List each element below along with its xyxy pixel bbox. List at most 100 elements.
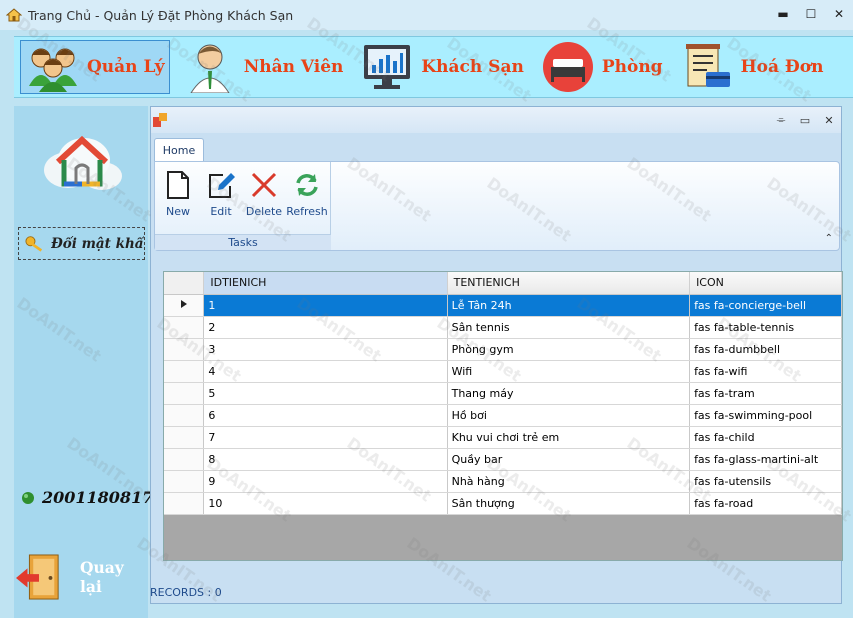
column-header-icon[interactable]: ICON [689, 272, 842, 295]
table-row[interactable]: 9 Nhà hàng fas fa-utensils [164, 470, 842, 493]
table-row[interactable]: 2 Sân tennis fas fa-table-tennis [164, 316, 842, 339]
nav-label: Phòng [601, 57, 663, 77]
table-cell[interactable]: 7 [203, 426, 448, 449]
records-status: RECORDS : 0 [150, 586, 222, 599]
new-file-icon [163, 170, 193, 200]
child-restore-button[interactable]: ▭ [793, 109, 817, 131]
bed-icon [540, 41, 596, 93]
close-button[interactable]: ✕ [825, 0, 853, 28]
minimize-button[interactable]: ▬ [769, 0, 797, 28]
table-cell[interactable]: fas fa-road [689, 492, 842, 515]
new-label: New [166, 205, 190, 218]
table-cell[interactable]: 5 [203, 382, 448, 405]
refresh-icon [292, 170, 322, 200]
table-cell[interactable]: Sân thượng [447, 492, 691, 515]
nav-label: Quản Lý [87, 57, 165, 77]
table-cell[interactable]: fas fa-swimming-pool [689, 404, 842, 427]
table-row[interactable]: 5 Thang máy fas fa-tram [164, 382, 842, 405]
delete-label: Delete [245, 205, 283, 218]
row-header[interactable] [164, 382, 205, 405]
row-header[interactable] [164, 294, 205, 317]
table-cell[interactable]: Wifi [447, 360, 691, 383]
maximize-button[interactable]: ☐ [797, 0, 825, 28]
table-cell[interactable]: fas fa-tram [689, 382, 842, 405]
home-icon [6, 8, 22, 22]
row-header[interactable] [164, 338, 205, 361]
nav-nhan-vien[interactable]: Nhân Viên [178, 40, 348, 94]
table-cell[interactable]: fas fa-concierge-bell [689, 294, 842, 317]
table-row[interactable]: 6 Hồ bơi fas fa-swimming-pool [164, 404, 842, 427]
user-code: 2001180817 [42, 488, 154, 507]
invoice-icon [679, 41, 735, 93]
table-cell[interactable]: 10 [203, 492, 448, 515]
table-cell[interactable]: Hồ bơi [447, 404, 691, 427]
table-row[interactable]: 10 Sân thượng fas fa-road [164, 492, 842, 515]
table-row[interactable]: 1 Lễ Tân 24h fas fa-concierge-bell [164, 294, 842, 317]
row-header[interactable] [164, 316, 205, 339]
row-header[interactable] [164, 360, 205, 383]
key-icon [25, 235, 43, 252]
table-cell[interactable]: Sân tennis [447, 316, 691, 339]
child-pin-button[interactable]: ⌯ [769, 109, 793, 131]
column-header-tentienich[interactable]: TENTIENICH [447, 272, 691, 295]
refresh-button[interactable]: Refresh [286, 170, 328, 224]
exit-door-icon [16, 554, 59, 600]
table-cell[interactable]: Phòng gym [447, 338, 691, 361]
ribbon-collapse-button[interactable]: ⌃ [825, 233, 833, 244]
table-cell[interactable]: fas fa-wifi [689, 360, 842, 383]
table-cell[interactable]: Quầy bar [447, 448, 691, 471]
row-header[interactable] [164, 448, 205, 471]
table-row[interactable]: 3 Phòng gym fas fa-dumbbell [164, 338, 842, 361]
table-cell[interactable]: fas fa-glass-martini-alt [689, 448, 842, 471]
delete-x-icon [249, 170, 279, 200]
change-password-button[interactable]: Đổi mật khẩu [18, 227, 145, 260]
new-button[interactable]: New [157, 170, 199, 224]
user-info: 2001180817 [20, 488, 153, 507]
table-cell[interactable]: Nhà hàng [447, 470, 691, 493]
child-close-button[interactable]: ✕ [817, 109, 841, 131]
child-form: ⌯ ▭ ✕ Home New Edit Delete Refresh Tasks… [150, 106, 843, 604]
row-header[interactable] [164, 426, 205, 449]
table-cell[interactable]: Khu vui chơi trẻ em [447, 426, 691, 449]
table-row[interactable]: 4 Wifi fas fa-wifi [164, 360, 842, 383]
status-leaf-icon [22, 491, 34, 504]
row-header[interactable] [164, 404, 205, 427]
table-cell[interactable]: fas fa-child [689, 426, 842, 449]
ribbon-group-tasks: New Edit Delete Refresh Tasks [155, 162, 331, 250]
nav-label: Khách Sạn [421, 57, 524, 77]
edit-label: Edit [210, 205, 232, 218]
form-icon [153, 113, 167, 127]
window-titlebar: Trang Chủ - Quản Lý Đặt Phòng Khách Sạn … [0, 0, 853, 30]
table-cell[interactable]: Thang máy [447, 382, 691, 405]
nav-phong[interactable]: Phòng [536, 40, 667, 94]
table-cell[interactable]: 3 [203, 338, 448, 361]
table-cell[interactable]: 4 [203, 360, 448, 383]
back-button[interactable]: Quay lại [16, 552, 148, 602]
table-cell[interactable]: fas fa-dumbbell [689, 338, 842, 361]
row-header[interactable] [164, 492, 205, 515]
column-header-idtienich[interactable]: IDTIENICH [203, 272, 448, 295]
window-title: Trang Chủ - Quản Lý Đặt Phòng Khách Sạn [28, 7, 294, 23]
refresh-label: Refresh [286, 205, 328, 218]
house-logo-icon [40, 126, 128, 198]
nav-label: Hoá Đơn [740, 57, 824, 77]
nav-quan-ly[interactable]: Quản Lý [20, 40, 170, 94]
child-titlebar: ⌯ ▭ ✕ [151, 107, 841, 133]
table-cell[interactable]: 6 [203, 404, 448, 427]
data-grid[interactable]: IDTIENICH TENTIENICH ICON 1 Lễ Tân 24h fas… [163, 271, 843, 561]
edit-button[interactable]: Edit [200, 170, 242, 224]
table-cell[interactable]: Lễ Tân 24h [447, 294, 691, 317]
table-row[interactable]: 8 Quầy bar fas fa-glass-martini-alt [164, 448, 842, 471]
row-header[interactable] [164, 470, 205, 493]
table-cell[interactable]: 2 [203, 316, 448, 339]
table-row[interactable]: 7 Khu vui chơi trẻ em fas fa-child [164, 426, 842, 449]
table-cell[interactable]: 8 [203, 448, 448, 471]
nav-hoa-don[interactable]: Hoá Đơn [675, 40, 828, 94]
table-cell[interactable]: fas fa-table-tennis [689, 316, 842, 339]
tab-home[interactable]: Home [154, 138, 204, 162]
table-cell[interactable]: 1 [203, 294, 448, 317]
table-cell[interactable]: fas fa-utensils [689, 470, 842, 493]
table-cell[interactable]: 9 [203, 470, 448, 493]
delete-button[interactable]: Delete [243, 170, 285, 224]
nav-khach-san[interactable]: Khách Sạn [355, 40, 527, 94]
